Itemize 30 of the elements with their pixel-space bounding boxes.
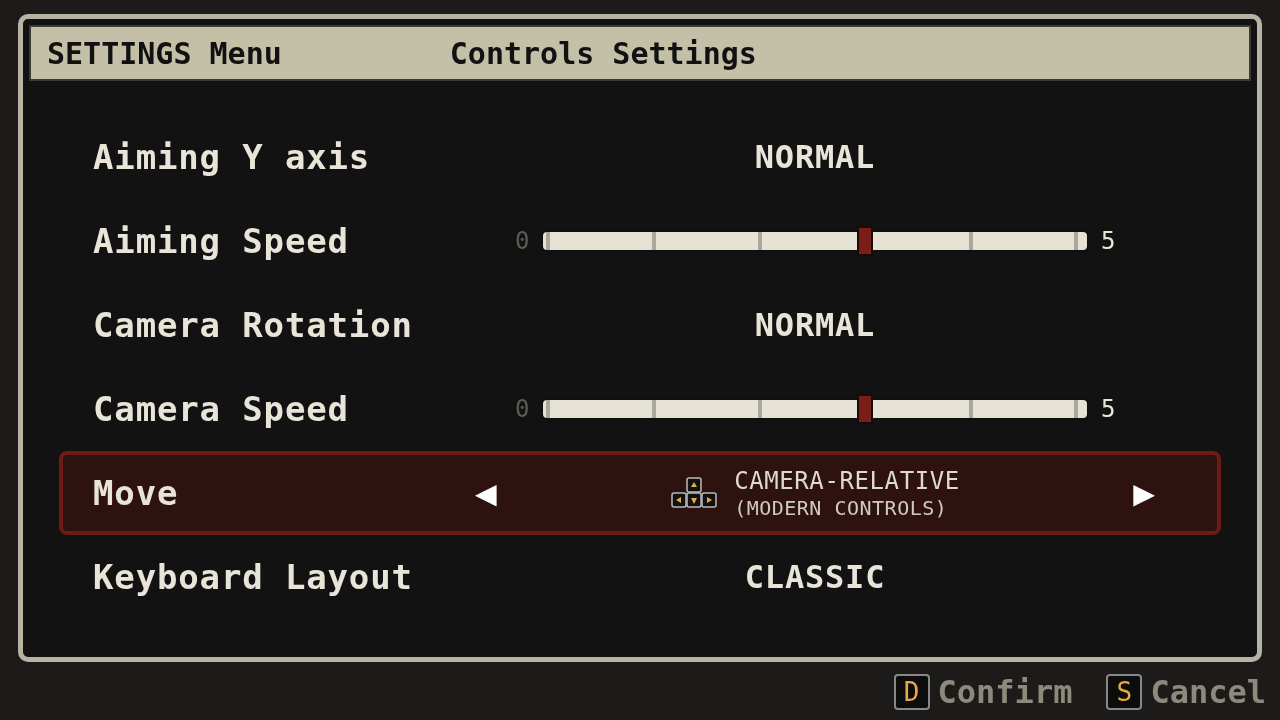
settings-row[interactable]: Keyboard Layout CLASSIC (59, 535, 1221, 619)
settings-row[interactable]: Aiming Y axis NORMAL (59, 115, 1221, 199)
footer-action[interactable]: Confirm (937, 668, 1073, 716)
slider-min-label: 0 (515, 226, 529, 257)
setting-label: Aiming Speed (93, 219, 350, 263)
slider-max-label: 5 (1101, 226, 1115, 257)
slider-min-label: 0 (515, 394, 529, 425)
keyboard-arrows-icon (670, 477, 719, 509)
menu-title: SETTINGS Menu (47, 34, 282, 73)
settings-row[interactable]: Camera Rotation NORMAL (59, 283, 1221, 367)
section-title: Controls Settings (449, 34, 757, 73)
setting-label: Aiming Y axis (93, 135, 372, 179)
settings-row[interactable]: Move ◀ CAMERA-RELATIVE (MODERN CONTROLS) ▶ (59, 451, 1221, 535)
setting-label: Keyboard Layout (93, 555, 414, 599)
footer-action[interactable]: Cancel (1150, 668, 1266, 716)
key-badge: D (893, 674, 930, 710)
setting-label: Camera Rotation (93, 303, 414, 347)
setting-label: Move (93, 471, 180, 515)
slider-max-label: 5 (1101, 394, 1115, 425)
slider-thumb[interactable] (857, 394, 874, 424)
selector-value: CAMERA-RELATIVE (734, 465, 960, 496)
key-badge: S (1106, 674, 1143, 710)
selector-subvalue: (MODERN CONTROLS) (734, 495, 949, 521)
setting-label: Camera Speed (93, 387, 350, 431)
option-value[interactable]: NORMAL (754, 301, 876, 349)
settings-row[interactable]: Camera Speed 0 5 (59, 367, 1221, 451)
option-value[interactable]: CLASSIC (744, 553, 886, 601)
settings-row[interactable]: Aiming Speed 0 5 (59, 199, 1221, 283)
option-value[interactable]: NORMAL (754, 133, 876, 181)
slider-thumb[interactable] (857, 226, 874, 256)
